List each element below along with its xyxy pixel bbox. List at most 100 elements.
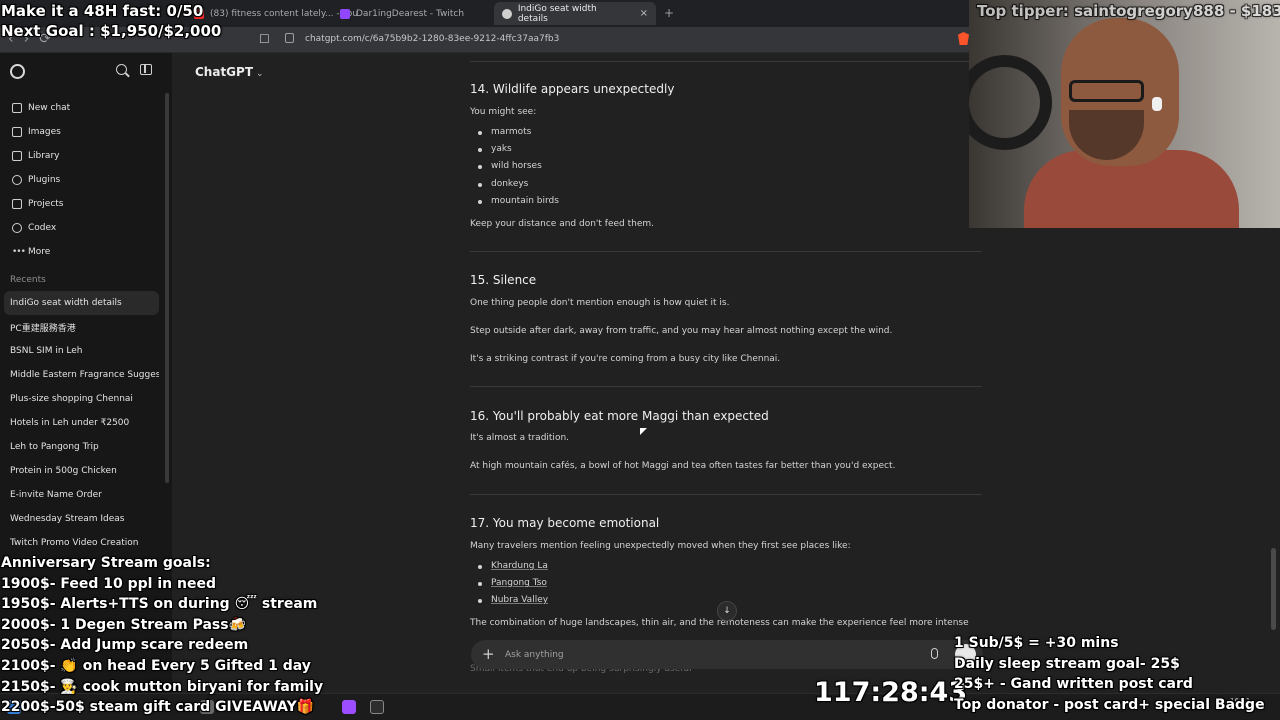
paragraph: It's almost a tradition. [470,433,570,443]
site-info-icon[interactable] [285,33,294,43]
sidebar-toggle-icon[interactable] [140,64,152,75]
model-selector[interactable]: ChatGPT ⌄ [195,65,264,79]
recents-heading: Recents [10,275,46,285]
twitch-icon [340,8,350,19]
paragraph: The combination of huge landscapes, thin… [470,618,969,628]
divider [470,494,982,495]
sub-rule: Daily sleep stream goal- 25$ [954,655,1180,672]
section-heading: 16. You'll probably eat more Maggi than … [470,409,769,423]
openai-logo-icon[interactable] [10,64,25,79]
list-item: wild horses [478,161,542,171]
paragraph: You might see: [470,107,537,117]
paragraph: Many travelers mention feeling unexpecte… [470,541,851,551]
sidebar-item-new-chat[interactable]: New chat [0,96,172,120]
url-text[interactable]: chatgpt.com/c/6a75b9b2-1280-83ee-9212-4f… [305,34,559,44]
fast-goal-overlay: Make it a 48H fast: 0/50 [1,2,204,20]
recent-chat-item[interactable]: Leh to Pangong Trip [4,435,159,459]
sidebar-item-label: Codex [28,223,57,233]
screen: { "browser": { "tabs": [ {"label": "(83)… [0,0,1280,720]
list-item[interactable]: Pangong Tso [478,578,547,588]
recent-chat-item[interactable]: IndiGo seat width details [4,291,159,315]
sidebar-item-images[interactable]: Images [0,120,172,144]
subathon-timer: 117:28:43 [814,677,968,708]
epic-games-icon[interactable] [370,700,384,714]
webcam-feed [969,0,1280,228]
sidebar-scrollbar[interactable] [165,93,169,483]
codex-icon [12,223,22,233]
sidebar-item-more[interactable]: ••• More [0,240,172,264]
prompt-input[interactable] [505,647,905,662]
sub-rule: Top donator - post card+ special Badge [954,696,1265,713]
recent-chat-item[interactable]: E-invite Name Order [4,483,159,507]
divider [470,61,982,62]
chevron-down-icon: ⌄ [256,69,264,79]
list-item: mountain birds [478,196,559,206]
close-tab-icon[interactable]: × [640,8,648,19]
anniversary-goal: 2100$- 👏 on head Every 5 Gifted 1 day [1,658,311,674]
bookmark-icon[interactable]: ☐ [259,32,270,46]
glasses [1069,80,1144,102]
tab-twitch[interactable]: Dar1ingDearest - Twitch [332,2,472,25]
section-heading: 14. Wildlife appears unexpectedly [470,82,675,96]
mouse-cursor [640,428,647,435]
section-heading: 15. Silence [470,273,537,287]
recent-chat-item[interactable]: PC重建服務香港 [4,315,159,339]
new-tab-button[interactable]: + [664,6,674,20]
recents-list: IndiGo seat width details PC重建服務香港 BSNL … [4,291,159,555]
sidebar-item-library[interactable]: Library [0,144,172,168]
plugins-icon [12,175,22,185]
microphone-icon[interactable] [931,648,938,659]
more-icon: ••• [12,247,26,257]
paragraph: Keep your distance and don't feed them. [470,219,654,229]
recent-chat-item[interactable]: BSNL SIM in Leh [4,339,159,363]
taskbar-app-icon[interactable] [342,700,356,714]
anniversary-goal: 1900$- Feed 10 ppl in need [1,575,216,592]
sidebar-item-projects[interactable]: Projects [0,192,172,216]
earbud [1152,97,1162,111]
page-scrollbar[interactable] [1271,548,1276,630]
sidebar-item-plugins[interactable]: Plugins [0,168,172,192]
sidebar-item-label: More [28,247,51,257]
list-item[interactable]: Khardung La [478,561,548,571]
recent-chat-item[interactable]: Twitch Promo Video Creation [4,531,159,555]
list-item[interactable]: Nubra Valley [477,595,548,605]
search-icon[interactable] [116,64,127,75]
sidebar-item-label: Library [28,151,60,161]
tab-chatgpt[interactable]: IndiGo seat width details × [494,2,656,25]
composer: + [471,640,983,669]
paragraph: At high mountain cafés, a bowl of hot Ma… [470,461,896,471]
top-tipper-overlay: Top tipper: saintogregory888 - $1836 [977,2,1280,20]
sidebar-item-label: Plugins [28,175,61,185]
sidebar-item-label: New chat [28,103,71,113]
divider [470,251,982,252]
recent-chat-item[interactable]: Middle Eastern Fragrance Sugges... [4,363,159,387]
anniversary-goals-title: Anniversary Stream goals: [1,555,211,571]
list-item: yaks [478,144,512,154]
projects-icon [12,199,22,209]
tab-label: Dar1ingDearest - Twitch [356,8,465,19]
recent-chat-item[interactable]: Protein in 500g Chicken [4,459,159,483]
chatgpt-icon [502,8,512,19]
recent-chat-item[interactable]: Hotels in Leh under ₹2500 [4,411,159,435]
paragraph: It's a striking contrast if you're comin… [470,354,781,364]
anniversary-goal: 2150$- 👨‍🍳 cook mutton biryani for famil… [1,678,324,695]
anniversary-goal: 2050$- Add Jump scare redeem [1,637,249,654]
sub-rule: 25$+ - Gand written post card [954,676,1193,693]
anniversary-goal: 2200$-50$ steam gift card GIVEAWAY🎁 [1,699,315,716]
library-icon [12,151,22,161]
attach-button[interactable]: + [482,645,495,663]
paragraph: Step outside after dark, away from traff… [470,326,893,336]
tab-label: IndiGo seat width details [517,3,597,24]
sidebar-nav: New chat Images Library Plugins Projects… [0,96,172,264]
sub-rule: 1 Sub/5$ = +30 mins [954,635,1119,651]
sidebar-item-codex[interactable]: Codex [0,216,172,240]
recent-chat-item[interactable]: Wednesday Stream Ideas [4,507,159,531]
list-item: donkeys [477,179,529,189]
recent-chat-item[interactable]: Plus-size shopping Chennai [4,387,159,411]
anniversary-goal: 1950$- Alerts+TTS on during 😴 stream [1,596,318,613]
paragraph: One thing people don't mention enough is… [470,298,730,308]
section-heading: 17. You may become emotional [470,516,660,530]
scroll-down-button[interactable]: ↓ [717,601,737,621]
brave-shield-icon[interactable] [958,32,969,45]
divider [470,386,982,387]
